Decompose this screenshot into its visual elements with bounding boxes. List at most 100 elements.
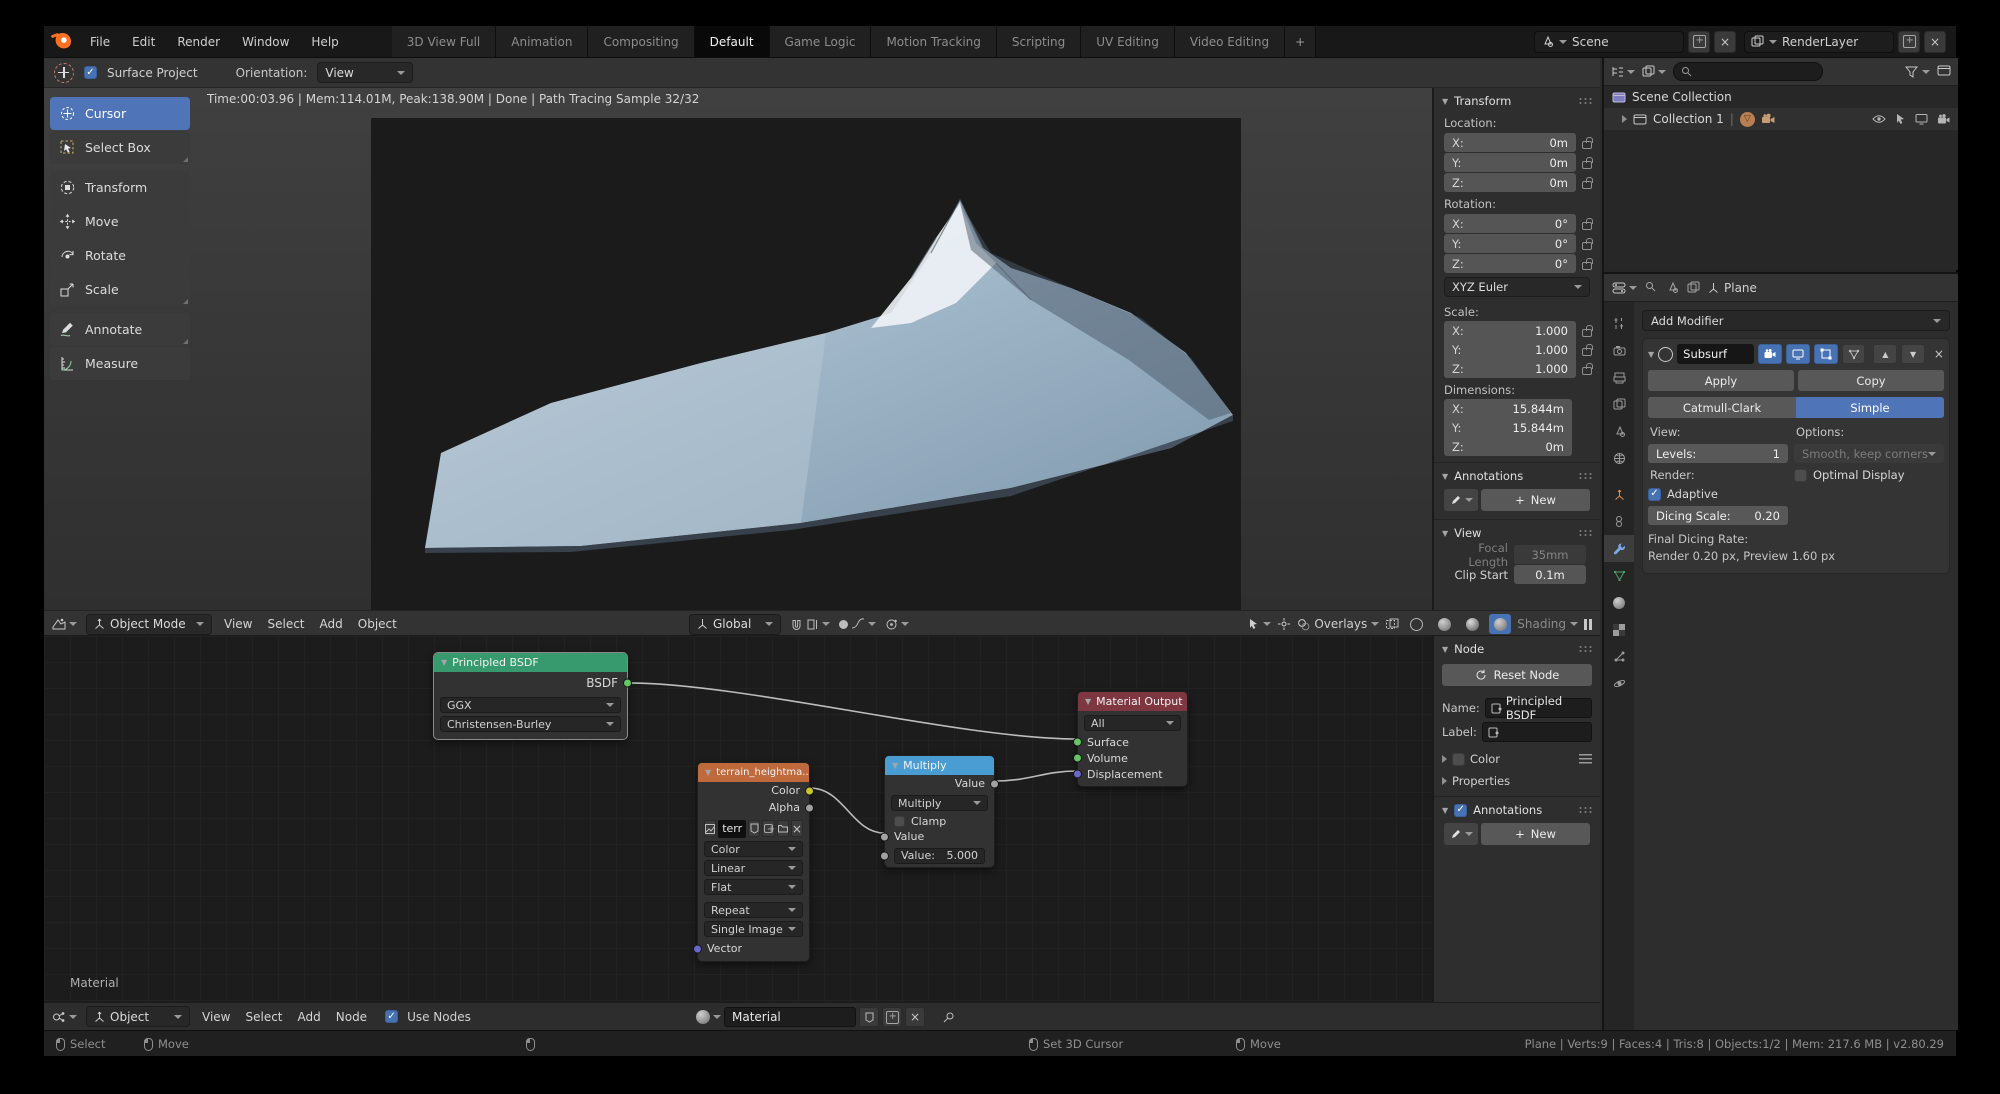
rotation-z-field[interactable]: Z:0°	[1444, 254, 1576, 273]
tab-world[interactable]	[1604, 445, 1634, 472]
material-icon[interactable]	[696, 1010, 710, 1024]
scale-z-field[interactable]: Z:1.000	[1444, 359, 1576, 378]
shading-solid-button[interactable]	[1433, 614, 1455, 634]
tab-video-editing[interactable]: Video Editing	[1175, 26, 1285, 57]
tab-render[interactable]	[1604, 337, 1634, 364]
tool-annotate[interactable]: Annotate	[50, 313, 190, 346]
move-down-button[interactable]: ▼	[1901, 344, 1925, 364]
new-collection-button[interactable]	[1937, 64, 1951, 79]
node-header[interactable]: ▼ Material Output	[1078, 692, 1187, 711]
node-header[interactable]: ▼ terrain_heightma..	[698, 763, 809, 782]
panel-grip-icon[interactable]	[1578, 472, 1592, 480]
levels-field[interactable]: Levels: 1	[1648, 444, 1788, 463]
breadcrumb-active-object[interactable]: Plane	[1708, 281, 1757, 295]
transform-orientation-dropdown[interactable]: Global	[689, 614, 781, 635]
uv-smooth-dropdown[interactable]: Smooth, keep corners	[1794, 444, 1944, 463]
tool-cursor[interactable]: Cursor	[50, 97, 190, 130]
copy-button[interactable]: Copy	[1798, 370, 1944, 391]
eye-icon[interactable]	[1872, 114, 1886, 124]
node-menu-node[interactable]: Node	[333, 1010, 370, 1024]
pause-render-icon[interactable]	[1584, 619, 1592, 630]
fake-user-button[interactable]	[859, 1007, 879, 1027]
annotations-panel-header[interactable]: ▼ Annotations	[1434, 462, 1600, 487]
lock-icon[interactable]	[1582, 329, 1592, 337]
image-icon[interactable]	[704, 820, 716, 837]
location-y-field[interactable]: Y:0m	[1444, 153, 1576, 172]
scale-y-field[interactable]: Y:1.000	[1444, 340, 1576, 359]
image-name-field[interactable]: terr	[718, 820, 746, 838]
volume-socket[interactable]	[1073, 754, 1082, 763]
shading-material-button[interactable]	[1461, 614, 1483, 634]
overlays-dropdown[interactable]: Overlays	[1297, 617, 1379, 631]
collapse-triangle-icon[interactable]: ▼	[1648, 350, 1654, 359]
proportional-editing-toggle[interactable]	[839, 618, 876, 630]
menu-window[interactable]: Window	[231, 26, 300, 57]
tool-measure[interactable]: Measure	[50, 347, 190, 380]
node-header[interactable]: ▼ Principled BSDF	[434, 653, 627, 672]
displacement-socket[interactable]	[1073, 770, 1082, 779]
tab-texture[interactable]	[1604, 616, 1634, 643]
tab-compositing[interactable]: Compositing	[588, 26, 694, 57]
color-socket[interactable]	[805, 786, 814, 795]
subsurface-method-dropdown[interactable]: Christensen-Burley	[440, 716, 621, 732]
node-menu-select[interactable]: Select	[242, 1010, 285, 1024]
color-checkbox[interactable]	[1452, 753, 1465, 766]
select-visibility-dropdown[interactable]	[1247, 618, 1271, 631]
snap-toggle[interactable]	[790, 618, 830, 631]
lock-icon[interactable]	[1582, 141, 1592, 149]
tab-particles[interactable]	[1604, 643, 1634, 670]
tab-object[interactable]	[1604, 481, 1634, 508]
viewport-display-icon[interactable]	[1915, 113, 1928, 125]
location-z-field[interactable]: Z:0m	[1444, 173, 1576, 192]
shading-wireframe-button[interactable]	[1405, 614, 1427, 634]
node-math-multiply[interactable]: ▼ Multiply Value Multiply Clamp Value	[884, 755, 995, 868]
tab-uv-editing[interactable]: UV Editing	[1081, 26, 1175, 57]
add-workspace-button[interactable]: +	[1285, 26, 1316, 57]
tab-animation[interactable]: Animation	[496, 26, 588, 57]
viewport-3d[interactable]: Time:00:03.96 | Mem:114.01M, Peak:138.90…	[44, 88, 1600, 610]
fake-user-button[interactable]	[748, 820, 760, 837]
tool-transform[interactable]: Transform	[50, 171, 190, 204]
node-annotations-header[interactable]: ▼ Annotations	[1434, 796, 1600, 821]
menu-edit[interactable]: Edit	[121, 26, 166, 57]
tab-tool[interactable]	[1604, 310, 1634, 337]
annotation-new-button[interactable]: + New	[1481, 823, 1590, 845]
tab-constraints[interactable]	[1604, 508, 1634, 535]
render-camera-icon[interactable]	[1937, 114, 1950, 125]
tab-view-layer[interactable]	[1604, 391, 1634, 418]
node-principled-bsdf[interactable]: ▼ Principled BSDF BSDF GGX Christensen-B…	[433, 652, 628, 740]
shading-dropdown[interactable]: Shading	[1517, 617, 1578, 631]
clamp-checkbox[interactable]	[894, 816, 905, 827]
editor-type-button[interactable]	[1611, 65, 1635, 78]
rotation-y-field[interactable]: Y:0°	[1444, 234, 1576, 253]
vp-menu-select[interactable]: Select	[264, 617, 307, 631]
simple-button[interactable]: Simple	[1796, 397, 1944, 418]
orientation-dropdown[interactable]: View	[317, 62, 413, 83]
presets-list-icon[interactable]	[1579, 754, 1592, 765]
expand-triangle-icon[interactable]	[1442, 755, 1447, 763]
tab-modifiers[interactable]	[1604, 535, 1634, 562]
display-mode-button[interactable]	[1642, 65, 1666, 78]
mode-dropdown[interactable]: Object Mode	[86, 614, 212, 635]
lock-icon[interactable]	[1582, 222, 1592, 230]
alpha-socket[interactable]	[805, 803, 814, 812]
menu-help[interactable]: Help	[300, 26, 349, 57]
vp-menu-object[interactable]: Object	[355, 617, 400, 631]
annotations-checkbox[interactable]	[1454, 804, 1467, 817]
blender-logo-icon[interactable]	[54, 33, 71, 50]
open-image-button[interactable]	[777, 820, 789, 837]
node-header[interactable]: ▼ Multiply	[885, 756, 994, 775]
unlink-image-button[interactable]: ×	[791, 820, 803, 837]
surface-project-checkbox[interactable]	[84, 66, 97, 79]
panel-grip-icon[interactable]	[1578, 529, 1592, 537]
selectable-arrow-icon[interactable]	[1895, 113, 1906, 125]
tab-physics[interactable]	[1604, 670, 1634, 697]
new-scene-button[interactable]	[1688, 31, 1710, 53]
target-dropdown[interactable]: All	[1084, 715, 1181, 731]
surface-socket[interactable]	[1073, 738, 1082, 747]
shader-node-editor[interactable]: ▼ Principled BSDF BSDF GGX Christensen-B…	[44, 636, 1600, 1002]
filter-button[interactable]	[1905, 66, 1930, 78]
render-visibility-toggle[interactable]	[1758, 344, 1782, 364]
focal-length-field[interactable]: 35mm	[1514, 545, 1586, 564]
node-menu-add[interactable]: Add	[295, 1010, 324, 1024]
